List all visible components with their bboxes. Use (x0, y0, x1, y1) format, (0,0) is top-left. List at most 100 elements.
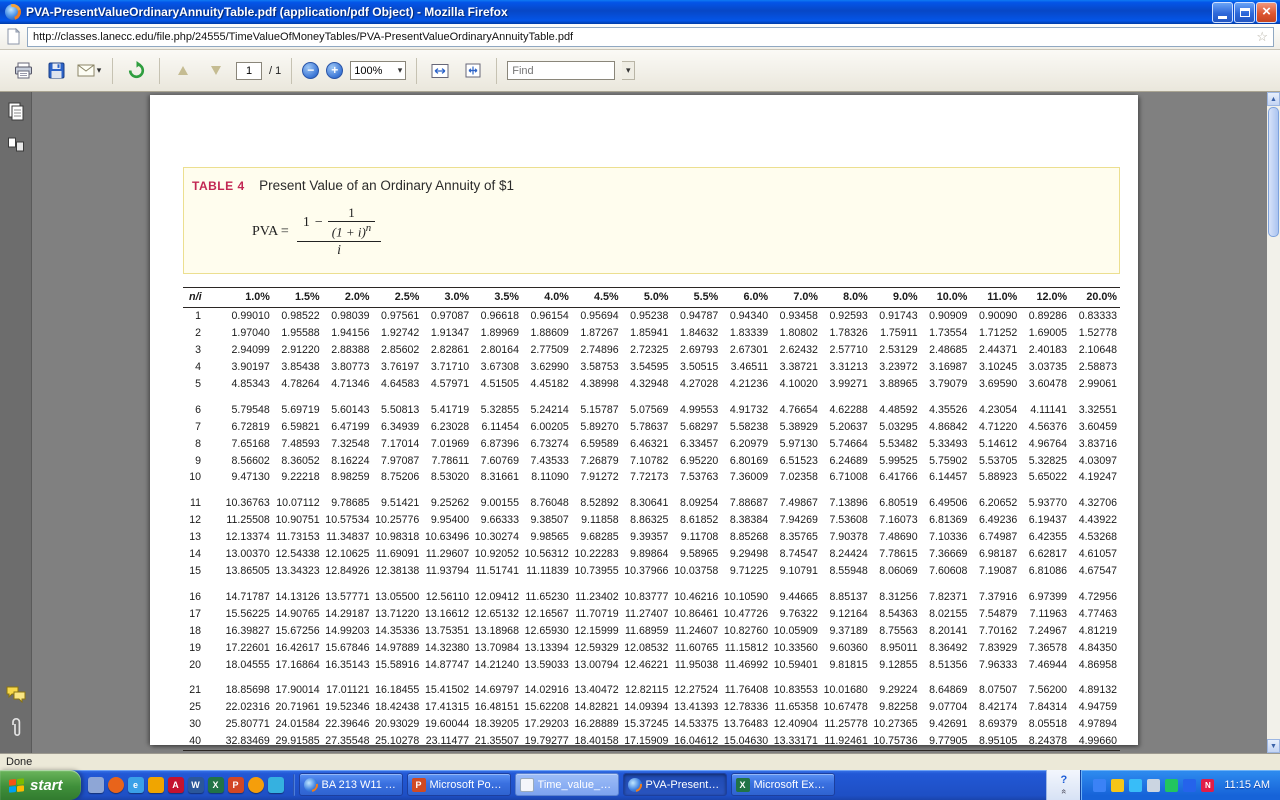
factor-cell: 5.53705 (970, 453, 1020, 470)
factor-cell: 5.15787 (572, 393, 622, 419)
minimize-button[interactable] (1212, 2, 1233, 23)
scroll-up-icon[interactable]: ▲ (1267, 92, 1280, 106)
fit-width-button[interactable] (427, 57, 453, 85)
close-button[interactable]: × (1256, 2, 1277, 23)
taskbar-extras[interactable]: ? » (1046, 770, 1080, 800)
factor-cell: 0.96618 (472, 308, 522, 325)
page-number-input[interactable] (236, 62, 262, 80)
factor-cell: 7.13896 (821, 486, 871, 512)
volume-icon[interactable] (1147, 779, 1160, 792)
attachments-panel-icon[interactable] (9, 717, 23, 739)
fit-page-button[interactable] (460, 57, 486, 85)
acrobat-icon[interactable]: A (168, 777, 184, 793)
factor-cell: 9.98565 (522, 529, 572, 546)
outlook-mail-icon[interactable] (148, 777, 164, 793)
factor-cell: 1.69005 (1020, 325, 1070, 342)
factor-cell: 15.67256 (273, 623, 323, 640)
factor-cell: 6.72819 (223, 419, 273, 436)
print-button[interactable] (10, 57, 36, 85)
factor-cell: 3.71710 (422, 359, 472, 376)
media-player-icon[interactable] (248, 777, 264, 793)
formula-minus: − (315, 215, 323, 231)
email-button[interactable]: ▾ (76, 57, 102, 85)
factor-cell: 9.95400 (422, 512, 472, 529)
vertical-scrollbar[interactable]: ▲ ▼ (1267, 92, 1280, 753)
task-button-excel[interactable]: XMicrosoft Excel - r... (731, 773, 835, 796)
next-page-button[interactable] (203, 57, 229, 85)
factor-cell: 12.15999 (572, 623, 622, 640)
refresh-view-button[interactable] (123, 57, 149, 85)
factor-cell: 8.20141 (921, 623, 971, 640)
factor-cell: 7.54879 (970, 606, 1020, 623)
factor-cell: 2.62432 (771, 342, 821, 359)
factor-cell: 7.65168 (223, 436, 273, 453)
status-bar: Done (0, 753, 1280, 770)
windows-logo-icon (9, 778, 24, 792)
task-button-firefox[interactable]: PVA-PresentValue... (623, 773, 727, 796)
zoom-level-select[interactable]: 100% ▾ (350, 61, 406, 80)
zoom-out-button[interactable]: − (302, 62, 319, 79)
task-button-document[interactable]: Time_value_of_mo... (515, 773, 619, 796)
task-label: PVA-PresentValue... (646, 779, 722, 791)
factor-cell: 11.76408 (721, 673, 771, 699)
messenger-tray-icon[interactable] (1129, 779, 1142, 792)
messenger-icon[interactable] (268, 777, 284, 793)
scroll-down-icon[interactable]: ▼ (1267, 739, 1280, 753)
task-button-firefox[interactable]: BA 213 W11 (Pasc... (299, 773, 403, 796)
windows-update-shield-icon[interactable] (1111, 779, 1124, 792)
factor-cell: 5.93770 (1020, 486, 1070, 512)
bookmarks-panel-icon[interactable] (7, 136, 25, 154)
pages-panel-icon[interactable] (7, 102, 25, 122)
start-button[interactable]: start (0, 770, 81, 800)
powerpoint-icon[interactable]: P (228, 777, 244, 793)
factor-cell: 3.99271 (821, 376, 871, 393)
minimize-icon (1218, 16, 1227, 19)
factor-cell: 25.10278 (372, 733, 422, 750)
factor-cell: 10.82760 (721, 623, 771, 640)
factor-cell: 0.95238 (622, 308, 672, 325)
factor-cell: 4.03097 (1070, 453, 1120, 470)
restore-icon (1240, 8, 1250, 17)
factor-cell: 0.91743 (871, 308, 921, 325)
factor-cell: 6.19437 (1020, 512, 1070, 529)
factor-cell: 8.85268 (721, 529, 771, 546)
maximize-button[interactable] (1234, 2, 1255, 23)
factor-cell: 4.72956 (1070, 580, 1120, 606)
word-icon[interactable]: W (188, 777, 204, 793)
table-row: 65.795485.697195.601435.508135.417195.32… (183, 393, 1120, 419)
zoom-in-button[interactable]: + (326, 62, 343, 79)
find-input[interactable] (507, 61, 615, 80)
bookmark-star-icon[interactable]: ☆ (1256, 29, 1268, 45)
norton-icon[interactable]: N (1201, 779, 1214, 792)
task-button-powerpoint[interactable]: PMicrosoft PowerPo... (407, 773, 511, 796)
factor-cell: 8.30641 (622, 486, 672, 512)
network-status-icon[interactable] (1093, 779, 1106, 792)
pdf-toolbar: ▾ / 1 − + 100% ▾ ▾ (0, 50, 1280, 92)
url-input[interactable]: http://classes.lanecc.edu/file.php/24555… (27, 27, 1274, 47)
previous-page-button[interactable] (170, 57, 196, 85)
scrollbar-thumb[interactable] (1268, 107, 1279, 237)
factor-cell: 12.46221 (622, 657, 672, 674)
factor-cell: 6.49236 (970, 512, 1020, 529)
save-button[interactable] (43, 57, 69, 85)
factor-cell: 6.42355 (1020, 529, 1070, 546)
factor-cell: 7.48593 (273, 436, 323, 453)
excel-icon[interactable]: X (208, 777, 224, 793)
help-icon[interactable]: ? (1060, 775, 1067, 786)
chevron-icon[interactable]: » (1059, 788, 1068, 793)
factor-cell: 4.97894 (1070, 716, 1120, 733)
antivirus-icon[interactable] (1183, 779, 1196, 792)
comments-panel-icon[interactable] (6, 685, 26, 703)
display-settings-icon[interactable] (1165, 779, 1178, 792)
pdf-page: TABLE 4 Present Value of an Ordinary Ann… (150, 95, 1138, 745)
find-options-button[interactable]: ▾ (622, 61, 635, 80)
factor-cell: 2.69793 (671, 342, 721, 359)
column-header: 10.0% (921, 288, 971, 308)
period-cell: 17 (183, 606, 223, 623)
internet-explorer-icon[interactable]: e (128, 777, 144, 793)
firefox-icon[interactable] (108, 777, 124, 793)
show-desktop-icon[interactable] (88, 777, 104, 793)
factor-cell: 9.11858 (572, 512, 622, 529)
factor-cell: 12.78336 (721, 699, 771, 716)
factor-cell: 4.77463 (1070, 606, 1120, 623)
